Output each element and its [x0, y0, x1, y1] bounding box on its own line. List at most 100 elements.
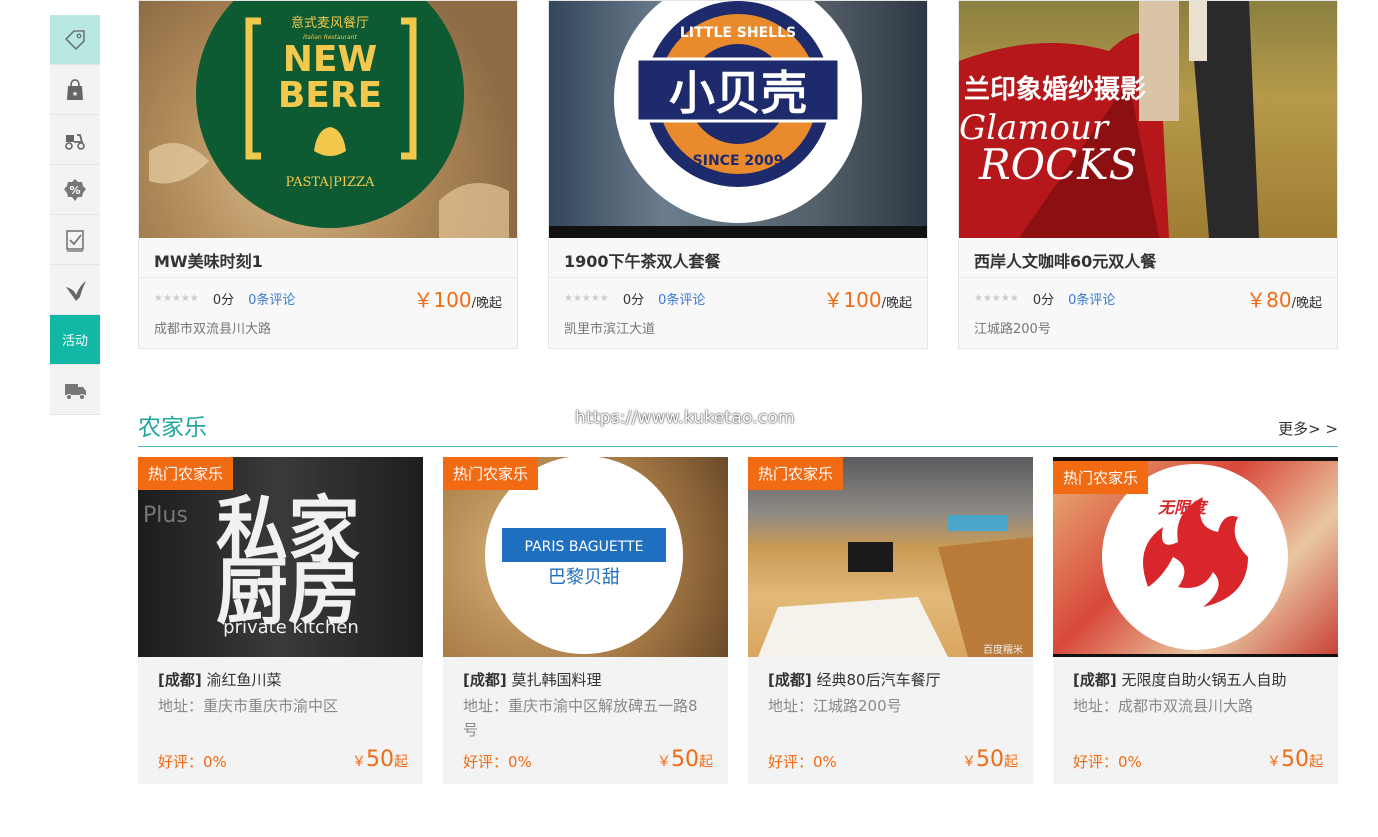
svg-text:PARIS BAGUETTE: PARIS BAGUETTE: [525, 539, 644, 555]
nav-checklist[interactable]: [50, 215, 100, 265]
deal-meta: ★★★★★ 0分 0条评论 ￥80/晚起: [959, 278, 1337, 318]
svg-text:NEW: NEW: [283, 39, 377, 80]
section-title: 农家乐: [138, 415, 207, 441]
farm-image[interactable]: PARIS BAGUETTE 巴黎贝甜 热门农家乐: [443, 457, 728, 657]
farm-name[interactable]: [成都] 渝红鱼川菜: [138, 657, 423, 690]
farm-image[interactable]: Plus 私家 厨房 private kitchen 热门农家乐: [138, 457, 423, 657]
logo-ring-top: LITTLE SHELLS: [680, 25, 796, 41]
farm-rating: 好评：0%: [1073, 753, 1142, 771]
photo-studio-logo: 兰印象婚纱摄影 Glamour ROCKS: [959, 1, 1259, 238]
studio-name: 兰印象婚纱摄影: [964, 74, 1146, 105]
svg-text:Plus: Plus: [143, 503, 188, 528]
deal-comments-link[interactable]: 0条评论: [658, 289, 705, 308]
deal-comments-link[interactable]: 0条评论: [1068, 289, 1115, 308]
farm-card[interactable]: 无限度 热门农家乐 [成都] 无限度自助火锅五人自助 地址：成都市双流县川大路 …: [1053, 457, 1338, 784]
farm-price: ￥50起: [352, 747, 408, 772]
farm-address: 地址：重庆市重庆市渝中区: [158, 697, 339, 715]
truck-icon: [65, 383, 86, 400]
shopping-bag-icon: ★: [67, 78, 83, 100]
tag-icon: [64, 29, 85, 50]
deal-card[interactable]: 小贝壳 LITTLE SHELLS SINCE 2009 1900下午茶双人套餐…: [548, 0, 928, 349]
rating-stars: ★★★★★: [974, 292, 1019, 304]
deal-title[interactable]: 1900下午茶双人套餐: [549, 238, 927, 278]
hot-tag: 热门农家乐: [138, 457, 234, 490]
hot-tag: 热门农家乐: [1053, 461, 1149, 494]
deal-image[interactable]: 小贝壳 LITTLE SHELLS SINCE 2009: [549, 1, 927, 238]
watermark-text: https://www.kuketao.com: [575, 408, 795, 428]
farm-footer: 好评：0% ￥50起: [768, 747, 1018, 772]
logo-ring-bottom: SINCE 2009: [693, 153, 784, 169]
farm-image[interactable]: 百度糯米 热门农家乐: [748, 457, 1033, 657]
farm-card[interactable]: 百度糯米 热门农家乐 [成都] 经典80后汽车餐厅 地址：江城路200号 好评：…: [748, 457, 1033, 784]
logo-top-text: 意式麦风餐厅: [291, 15, 369, 31]
restaurant-logo: 意式麦风餐厅 Italian Restaurant NEW BERE PASTA…: [149, 1, 509, 238]
more-link[interactable]: 更多> >: [1278, 418, 1338, 439]
nav-tag[interactable]: [50, 15, 100, 65]
farm-address: 地址：成都市双流县川大路: [1073, 697, 1254, 715]
deal-title[interactable]: 西岸人文咖啡60元双人餐: [959, 238, 1337, 278]
deal-price: ￥100/晚起: [413, 287, 502, 312]
deal-score: 0分: [1032, 292, 1055, 308]
farm-card[interactable]: PARIS BAGUETTE 巴黎贝甜 热门农家乐 [成都] 莫扎韩国料理 地址…: [443, 457, 728, 784]
deal-card[interactable]: 意式麦风餐厅 Italian Restaurant NEW BERE PASTA…: [138, 0, 518, 349]
svg-text:无限度: 无限度: [1157, 498, 1209, 517]
farm-rating: 好评：0%: [768, 753, 837, 771]
page: ★ % 活动 意式麦风餐厅 Italian Restaurant NEW BER…: [0, 0, 1378, 837]
nav-delivery[interactable]: [50, 115, 100, 165]
farm-footer: 好评：0% ￥50起: [158, 747, 408, 772]
svg-text:★: ★: [72, 90, 78, 98]
deal-price: ￥80/晚起: [1246, 287, 1322, 312]
farm-image[interactable]: 无限度 热门农家乐: [1053, 457, 1338, 657]
svg-text:private kitchen: private kitchen: [223, 617, 359, 638]
side-nav: ★ % 活动: [50, 15, 100, 415]
farm-address: 地址：重庆市渝中区解放碑五一路8号: [463, 697, 698, 739]
svg-text:BERE: BERE: [278, 75, 382, 116]
deal-score: 0分: [212, 292, 235, 308]
nav-discount[interactable]: %: [50, 165, 100, 215]
farm-footer: 好评：0% ￥50起: [463, 747, 713, 772]
farm-card[interactable]: Plus 私家 厨房 private kitchen 热门农家乐 [成都] 渝红…: [138, 457, 423, 784]
svg-text:百度糯米: 百度糯米: [983, 643, 1023, 656]
deal-address: 成都市双流县川大路: [154, 322, 272, 337]
svg-text:%: %: [69, 184, 80, 197]
deal-card[interactable]: 兰印象婚纱摄影 Glamour ROCKS 西岸人文咖啡60元双人餐 ★★★★★…: [958, 0, 1338, 349]
scooter-icon: [65, 133, 85, 150]
studio-script-2: ROCKS: [978, 140, 1137, 189]
restaurant-logo: 小贝壳 LITTLE SHELLS SINCE 2009: [549, 1, 927, 238]
farm-price: ￥50起: [1267, 747, 1323, 772]
percent-icon: %: [64, 178, 86, 201]
rating-stars: ★★★★★: [154, 292, 199, 304]
deal-image[interactable]: 意式麦风餐厅 Italian Restaurant NEW BERE PASTA…: [139, 1, 517, 238]
nav-bird[interactable]: [50, 265, 100, 315]
deal-meta: ★★★★★ 0分 0条评论 ￥100/晚起: [549, 278, 927, 318]
farm-name[interactable]: [成都] 经典80后汽车餐厅: [748, 657, 1033, 690]
logo-bottom-text: PASTA|PIZZA: [286, 175, 376, 190]
deal-address: 江城路200号: [974, 322, 1051, 337]
deal-score: 0分: [622, 292, 645, 308]
deal-title[interactable]: MW美味时刻1: [139, 238, 517, 278]
farm-name[interactable]: [成都] 无限度自助火锅五人自助: [1053, 657, 1338, 690]
hot-tag: 热门农家乐: [748, 457, 844, 490]
hot-tag: 热门农家乐: [443, 457, 539, 490]
checklist-icon: [66, 229, 84, 252]
bird-icon: [66, 280, 86, 301]
farm-price: ￥50起: [657, 747, 713, 772]
farm-name[interactable]: [成都] 莫扎韩国料理: [443, 657, 728, 690]
farm-price: ￥50起: [962, 747, 1018, 772]
deal-comments-link[interactable]: 0条评论: [248, 289, 295, 308]
rating-stars: ★★★★★: [564, 292, 609, 304]
logo-main-text: 小贝壳: [669, 66, 807, 120]
farm-rating: 好评：0%: [463, 753, 532, 771]
farm-rating: 好评：0%: [158, 753, 227, 771]
nav-truck[interactable]: [50, 365, 100, 415]
nav-activity[interactable]: 活动: [50, 315, 100, 365]
deal-image[interactable]: 兰印象婚纱摄影 Glamour ROCKS: [959, 1, 1337, 238]
deal-meta: ★★★★★ 0分 0条评论 ￥100/晚起: [139, 278, 517, 318]
deal-address: 凯里市滨江大道: [564, 322, 656, 337]
nav-activity-label: 活动: [61, 334, 88, 349]
svg-text:巴黎贝甜: 巴黎贝甜: [548, 567, 620, 588]
nav-shopping[interactable]: ★: [50, 65, 100, 115]
farm-address: 地址：江城路200号: [768, 697, 902, 715]
deal-price: ￥100/晚起: [823, 287, 912, 312]
farm-footer: 好评：0% ￥50起: [1073, 747, 1323, 772]
